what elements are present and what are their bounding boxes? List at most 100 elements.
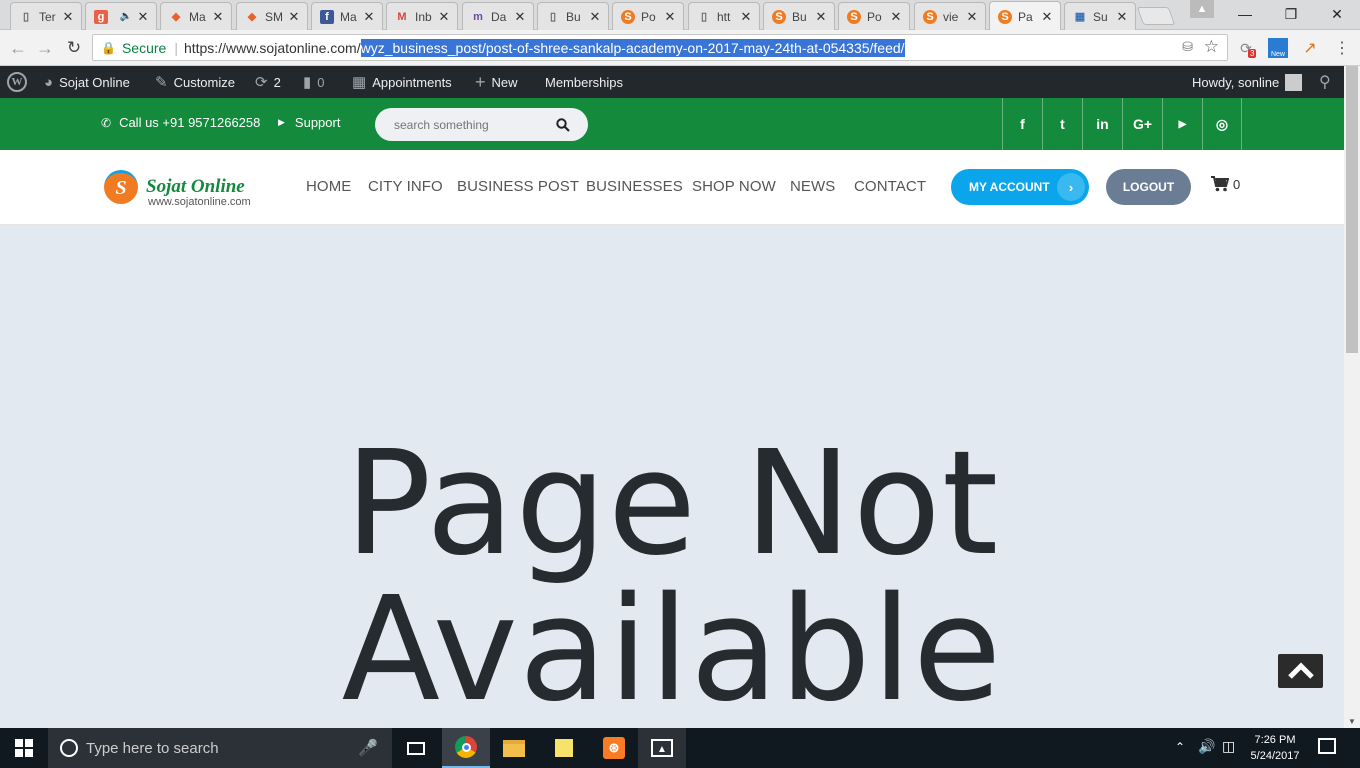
close-icon[interactable]: ✕ — [663, 9, 677, 25]
nav-shop-now[interactable]: SHOP NOW — [692, 178, 776, 195]
notifications-icon[interactable] — [1318, 738, 1336, 754]
restore-button[interactable]: ❐ — [1268, 0, 1314, 28]
taskbar-clock[interactable]: 7:26 PM 5/24/2017 — [1248, 732, 1302, 764]
calendar-icon: ▦ — [352, 74, 367, 91]
forward-button[interactable]: → — [33, 36, 57, 60]
browser-tab[interactable]: ▯ htt ✕ — [688, 2, 760, 30]
file-explorer-icon[interactable] — [490, 728, 538, 768]
my-account-button[interactable]: MY ACCOUNT › — [951, 169, 1089, 205]
close-icon[interactable]: ✕ — [61, 9, 75, 25]
nav-news[interactable]: NEWS — [790, 178, 835, 195]
sticky-notes-icon[interactable] — [540, 728, 588, 768]
browser-tab[interactable]: S Po ✕ — [612, 2, 684, 30]
close-icon[interactable]: ✕ — [513, 9, 527, 25]
admin-updates[interactable]: ⟳ 2 — [255, 66, 281, 98]
close-icon[interactable]: ✕ — [814, 9, 828, 25]
tab-title: Da — [491, 9, 507, 24]
site-logo[interactable]: S Sojat Online www.sojatonline.com — [104, 164, 274, 212]
youtube-icon[interactable]: ▶ — [1162, 98, 1202, 150]
close-icon[interactable]: ✕ — [136, 9, 150, 25]
browser-tab[interactable]: S Pa ✕ — [989, 1, 1061, 31]
windows-start-icon[interactable] — [0, 728, 48, 768]
linkedin-icon[interactable]: in — [1082, 98, 1122, 150]
chrome-taskbar-icon[interactable] — [442, 728, 490, 768]
photos-icon[interactable]: ▲ — [638, 728, 686, 768]
nav-contact[interactable]: CONTACT — [854, 178, 926, 195]
admin-site-name[interactable]: ◕ Sojat Online — [44, 66, 130, 98]
xampp-icon[interactable]: ⊛ — [590, 728, 638, 768]
support-link[interactable]: ▶ Support — [278, 115, 340, 130]
admin-memberships[interactable]: Memberships — [545, 66, 623, 98]
admin-search-icon[interactable]: ⚲ — [1319, 66, 1331, 98]
new-extension-icon[interactable]: New — [1268, 38, 1288, 58]
close-icon[interactable]: ✕ — [1040, 9, 1054, 25]
admin-customize[interactable]: ✎ Customize — [155, 66, 235, 98]
search-icon[interactable] — [556, 118, 570, 132]
twitter-icon[interactable]: t — [1042, 98, 1082, 150]
tray-chevron-up-icon[interactable]: ⌃ — [1175, 740, 1185, 754]
bookmark-star-icon[interactable]: ☆ — [1204, 37, 1219, 57]
close-icon[interactable]: ✕ — [211, 9, 225, 25]
admin-appointments[interactable]: ▦ Appointments — [352, 66, 452, 98]
task-view-icon[interactable] — [392, 728, 440, 768]
reload-button[interactable]: ↻ — [62, 36, 86, 60]
scrollbar-thumb[interactable] — [1346, 66, 1358, 353]
volume-icon[interactable]: 🔊 — [1198, 738, 1215, 755]
browser-tab[interactable]: g 🔈 ✕ — [85, 2, 157, 30]
close-icon[interactable]: ✕ — [739, 9, 753, 25]
profile-icon[interactable]: ▲ — [1190, 0, 1214, 18]
admin-comments[interactable]: ▮ 0 — [303, 66, 325, 98]
close-icon[interactable]: ✕ — [362, 9, 376, 25]
close-icon[interactable]: ✕ — [1115, 9, 1129, 25]
nav-city-info[interactable]: CITY INFO — [368, 178, 443, 195]
nav-home[interactable]: HOME — [306, 178, 351, 195]
address-bar[interactable]: 🔒 Secure | https://www.sojatonline.com/w… — [92, 34, 1228, 61]
shield-blocked-icon[interactable]: ⛁ — [1182, 39, 1193, 55]
close-icon[interactable]: ✕ — [437, 9, 451, 25]
site-search-input[interactable] — [394, 117, 554, 132]
close-window-button[interactable]: ✕ — [1314, 0, 1360, 28]
browser-tab[interactable]: Svie ✕ — [914, 2, 986, 30]
nav-businesses[interactable]: BUSINESSES — [586, 178, 683, 195]
browser-tab[interactable]: m Da ✕ — [462, 2, 534, 30]
browser-tab[interactable]: S Bu ✕ — [763, 2, 835, 30]
wordpress-logo-icon[interactable]: W — [7, 66, 27, 98]
back-button[interactable]: ← — [6, 36, 30, 60]
instagram-icon[interactable]: ◎ — [1202, 98, 1242, 150]
browser-tab[interactable]: ◆ SM ✕ — [236, 2, 308, 30]
facebook-icon[interactable]: f — [1002, 98, 1042, 150]
close-icon[interactable]: ✕ — [889, 9, 903, 25]
network-icon[interactable]: ◫ — [1222, 738, 1235, 755]
taskbar-search-box[interactable]: Type here to search 🎤 — [48, 728, 392, 768]
wp-admin-bar: W ◕ Sojat Online ✎ Customize ⟳ 2 ▮ 0 ▦ A… — [0, 66, 1344, 98]
browser-tab[interactable]: M Inb ✕ — [386, 2, 458, 30]
browser-tab[interactable]: ▯ Ter ✕ — [10, 2, 82, 30]
sojat-icon: S — [621, 9, 635, 24]
extension-icon[interactable]: ⟳ 3 — [1236, 38, 1257, 58]
tab-title: htt — [717, 9, 731, 24]
minimize-button[interactable]: — — [1222, 0, 1268, 28]
close-icon[interactable]: ✕ — [588, 9, 602, 25]
browser-tab[interactable]: S Po ✕ — [838, 2, 910, 30]
browser-tab[interactable]: ◆ Ma ✕ — [160, 2, 232, 30]
nav-business-post[interactable]: BUSINESS POST — [457, 178, 579, 195]
scroll-down-arrow-icon[interactable]: ▼ — [1348, 717, 1356, 726]
admin-account[interactable]: Howdy, sonline — [1192, 66, 1303, 98]
browser-tab[interactable]: ▯ Bu ✕ — [537, 2, 609, 30]
call-us-link[interactable]: ✆ Call us +91 9571266258 — [101, 115, 260, 130]
audio-playing-icon[interactable]: 🔈 — [120, 11, 132, 22]
google-plus-icon[interactable]: G+ — [1122, 98, 1162, 150]
browser-tab[interactable]: f Ma ✕ — [311, 2, 383, 30]
microphone-icon[interactable]: 🎤 — [358, 738, 378, 758]
close-icon[interactable]: ✕ — [965, 9, 979, 25]
scroll-to-top-button[interactable] — [1278, 654, 1323, 688]
page-scrollbar[interactable]: ▼ — [1344, 66, 1360, 728]
close-icon[interactable]: ✕ — [287, 9, 301, 25]
chart-extension-icon[interactable]: ↗ — [1300, 38, 1320, 58]
chrome-menu-icon[interactable]: ⋮ — [1332, 38, 1352, 58]
browser-tab[interactable]: ▦ Su ✕ — [1064, 2, 1136, 30]
new-tab-button[interactable] — [1136, 7, 1176, 25]
logout-button[interactable]: LOGOUT — [1106, 169, 1191, 205]
admin-new[interactable]: + New — [475, 66, 518, 98]
cart-button[interactable]: 0 — [1211, 176, 1240, 192]
